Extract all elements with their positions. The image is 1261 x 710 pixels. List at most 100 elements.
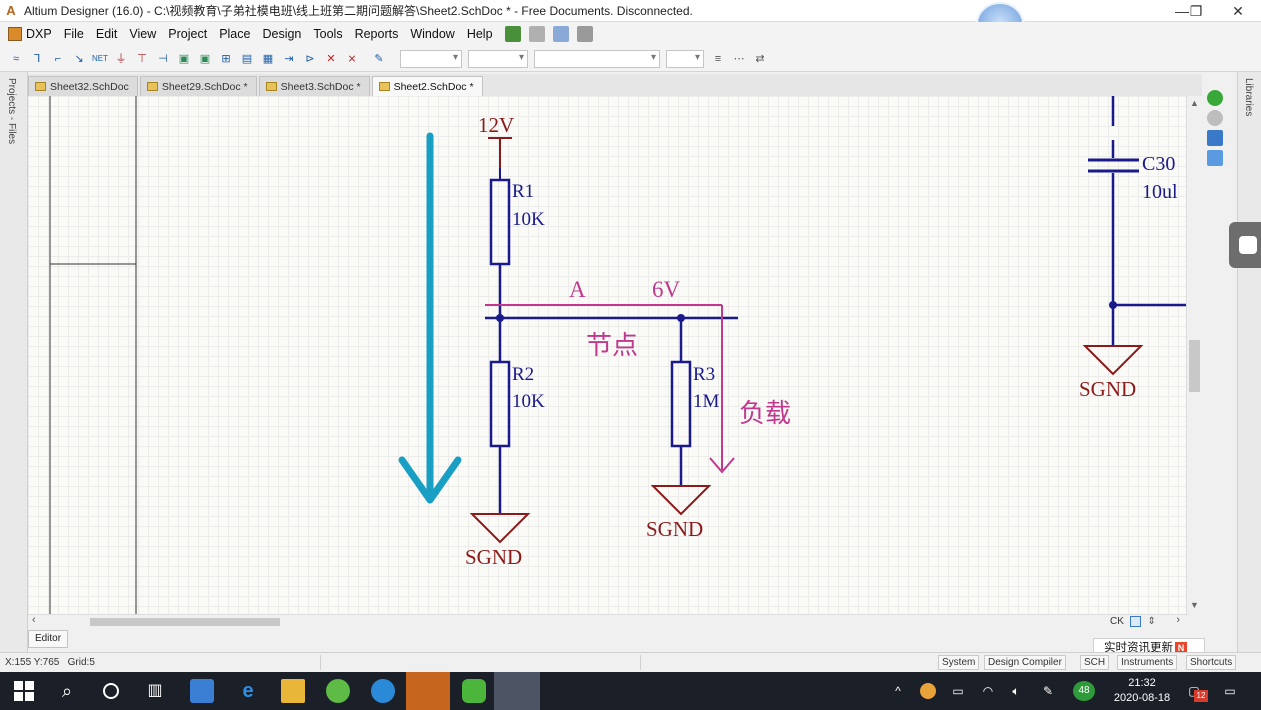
restore-button[interactable]: ❐ bbox=[1176, 0, 1216, 22]
action-center-icon[interactable]: ▭ bbox=[1222, 683, 1238, 699]
altium-taskbar-icon[interactable] bbox=[494, 672, 540, 710]
resistor-r2[interactable]: R2 10K bbox=[489, 318, 545, 514]
cursor-coordinates: X:155 Y:765 Grid:5 bbox=[5, 657, 95, 668]
panel-sch-button[interactable]: SCH bbox=[1080, 655, 1110, 670]
vertical-scrollbar[interactable]: ▲ ▼ bbox=[1186, 96, 1202, 614]
scroll-left-icon[interactable]: ‹ bbox=[32, 614, 36, 626]
home-icon[interactable] bbox=[1207, 130, 1223, 146]
align-icon[interactable]: ≡ bbox=[710, 51, 726, 67]
toolbar-combo-4[interactable] bbox=[666, 49, 704, 68]
harness-entry-icon[interactable]: ▦ bbox=[260, 51, 276, 67]
file-explorer-icon[interactable] bbox=[281, 679, 305, 703]
sheet-icon[interactable] bbox=[528, 26, 545, 42]
projects-panel-tab[interactable]: Projects - Files bbox=[0, 72, 28, 652]
distribute-icon[interactable]: ⋯ bbox=[731, 51, 747, 67]
bus-entry-icon[interactable]: ᒣ bbox=[29, 51, 45, 67]
menu-project[interactable]: Project bbox=[168, 27, 207, 41]
pen-icon[interactable]: ✎ bbox=[371, 51, 387, 67]
gnd-port-1[interactable]: SGND bbox=[465, 513, 531, 569]
tray-app-icon[interactable] bbox=[920, 683, 936, 699]
horizontal-scroll-thumb[interactable] bbox=[90, 618, 280, 626]
scroll-down-icon[interactable]: ▼ bbox=[1190, 600, 1199, 610]
off-sheet-icon[interactable]: ⊳ bbox=[302, 51, 318, 67]
toolbar-combo-2[interactable] bbox=[468, 49, 528, 68]
harness-icon[interactable]: ▤ bbox=[239, 51, 255, 67]
pen-tray-icon[interactable]: ✎ bbox=[1040, 683, 1056, 699]
wechat-icon[interactable] bbox=[462, 679, 486, 703]
close-button[interactable]: ✕ bbox=[1218, 0, 1258, 22]
back-icon[interactable] bbox=[1207, 110, 1223, 126]
tray-network-icon[interactable]: ▭ bbox=[950, 683, 966, 699]
net-label-icon[interactable]: NET bbox=[92, 51, 108, 67]
windows-start-icon[interactable] bbox=[12, 679, 36, 703]
wifi-icon[interactable]: ◠ bbox=[980, 683, 996, 699]
capacitor-c30[interactable]: C30 10ul bbox=[1088, 96, 1188, 346]
scroll-up-icon[interactable]: ▲ bbox=[1190, 98, 1199, 108]
menu-dxp[interactable]: DXP bbox=[8, 27, 52, 41]
wiring-icon[interactable] bbox=[504, 26, 521, 42]
arrange-icon[interactable]: ⇄ bbox=[752, 51, 768, 67]
toolbar-combo-1[interactable] bbox=[400, 49, 462, 68]
horizontal-scrollbar[interactable]: ‹ › bbox=[28, 614, 1188, 628]
tab-sheet32[interactable]: Sheet32.SchDoc bbox=[28, 76, 138, 96]
diff-pair-icon[interactable]: ⨯ bbox=[344, 51, 360, 67]
cortana-icon[interactable] bbox=[99, 679, 123, 703]
menu-edit[interactable]: Edit bbox=[96, 27, 118, 41]
grid-icon[interactable] bbox=[576, 26, 593, 42]
editor-tab[interactable]: Editor bbox=[28, 630, 68, 648]
forward-icon[interactable] bbox=[1207, 90, 1223, 106]
app-blue-icon[interactable] bbox=[371, 679, 395, 703]
refresh-icon[interactable] bbox=[1207, 150, 1223, 166]
panel-instruments-button[interactable]: Instruments bbox=[1117, 655, 1178, 670]
menu-reports[interactable]: Reports bbox=[355, 27, 399, 41]
menu-place[interactable]: Place bbox=[219, 27, 250, 41]
device-sheet-icon[interactable]: ⊞ bbox=[218, 51, 234, 67]
libraries-panel-tab[interactable]: Libraries bbox=[1237, 72, 1261, 652]
menu-tools[interactable]: Tools bbox=[313, 27, 342, 41]
tray-badge-icon[interactable]: 48 bbox=[1073, 681, 1095, 701]
tab-sheet2[interactable]: Sheet2.SchDoc * bbox=[371, 76, 483, 96]
vcc-port-icon[interactable]: ⊤ bbox=[134, 51, 150, 67]
part-icon[interactable]: ⊣ bbox=[155, 51, 171, 67]
tab-sheet29[interactable]: Sheet29.SchDoc * bbox=[139, 76, 257, 96]
menu-file[interactable]: File bbox=[64, 27, 84, 41]
gnd-port-icon[interactable]: ⏚ bbox=[113, 51, 129, 67]
taskbar-clock[interactable]: 21:32 2020-08-18 bbox=[1112, 676, 1172, 706]
menu-help[interactable]: Help bbox=[467, 27, 493, 41]
no-erc-icon[interactable]: ✕ bbox=[323, 51, 339, 67]
panel-system-button[interactable]: System bbox=[938, 655, 980, 670]
sheet-entry-icon[interactable]: ▣ bbox=[197, 51, 213, 67]
chat-side-tab[interactable] bbox=[1229, 222, 1261, 268]
ck-spin-icon[interactable]: ⇕ bbox=[1147, 616, 1155, 627]
vertical-scroll-thumb[interactable] bbox=[1189, 340, 1200, 392]
sheet-symbol-icon[interactable]: ▣ bbox=[176, 51, 192, 67]
calculator-icon[interactable] bbox=[190, 679, 214, 703]
status-bar: X:155 Y:765 Grid:5 System Design Compile… bbox=[0, 652, 1261, 672]
panel-design-compiler-button[interactable]: Design Compiler bbox=[984, 655, 1066, 670]
edge-icon[interactable]: e bbox=[236, 679, 260, 703]
panel-shortcuts-button[interactable]: Shortcuts bbox=[1186, 655, 1237, 670]
search-icon[interactable]: ⌕ bbox=[55, 679, 79, 703]
task-view-icon[interactable]: ▥ bbox=[143, 679, 167, 703]
port-icon[interactable] bbox=[552, 26, 569, 42]
gnd-port-2[interactable]: SGND bbox=[646, 485, 712, 541]
tray-chevron-icon[interactable]: ^ bbox=[890, 683, 906, 699]
bus-icon[interactable]: ≈ bbox=[8, 51, 24, 67]
signal-harness-icon[interactable]: ↘ bbox=[71, 51, 87, 67]
port-tool-icon[interactable]: ⇥ bbox=[281, 51, 297, 67]
tab-sheet3[interactable]: Sheet3.SchDoc * bbox=[258, 76, 370, 96]
menu-window[interactable]: Window bbox=[410, 27, 454, 41]
vcc-12v-port[interactable]: 12V bbox=[478, 113, 514, 168]
menu-view[interactable]: View bbox=[129, 27, 156, 41]
active-app-icon[interactable] bbox=[406, 672, 450, 710]
toolbar-combo-3[interactable] bbox=[534, 49, 660, 68]
ck-indicator[interactable]: CK ⇕ bbox=[1110, 616, 1190, 632]
ck-toggle-icon[interactable] bbox=[1129, 616, 1141, 627]
wire-icon[interactable]: ⌐ bbox=[50, 51, 66, 67]
app-green-icon[interactable] bbox=[326, 679, 350, 703]
volume-icon[interactable]: 🔈︎ bbox=[1008, 683, 1024, 699]
resistor-r1[interactable]: R1 10K bbox=[489, 168, 545, 318]
menu-design[interactable]: Design bbox=[262, 27, 301, 41]
schematic-canvas[interactable]: 12V R1 10K A 6V 节点 负载 R2 10K SGND R3 1M … bbox=[28, 96, 1202, 614]
gnd-port-3[interactable]: SGND bbox=[1079, 345, 1144, 401]
